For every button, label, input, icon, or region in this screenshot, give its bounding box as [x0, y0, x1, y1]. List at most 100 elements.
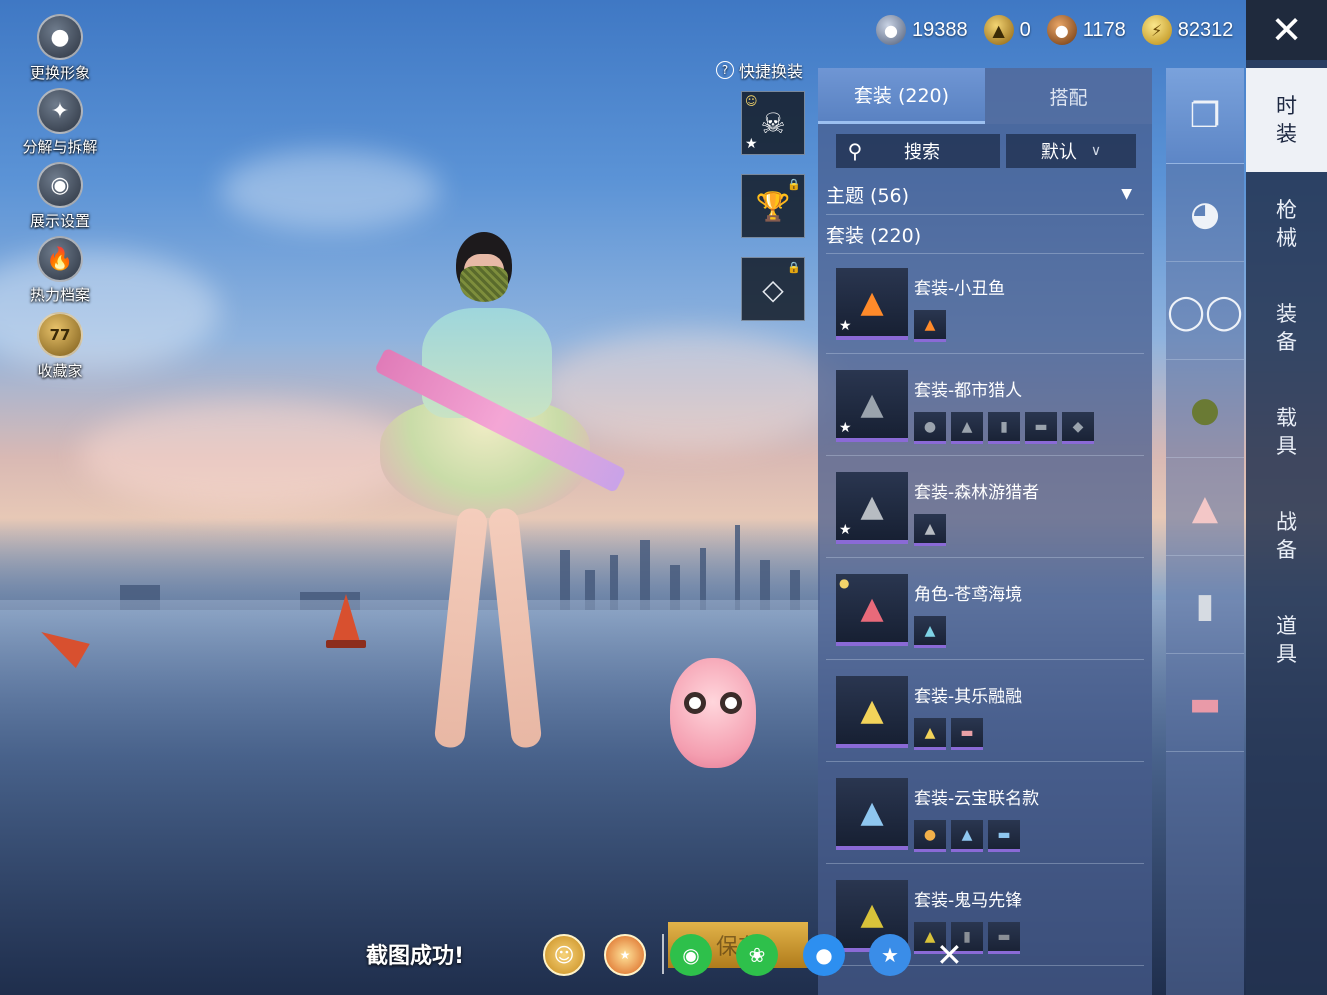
shoes-chip[interactable]: ▬: [951, 718, 983, 750]
heat-profile-button[interactable]: 🔥 热力档案: [14, 236, 106, 306]
outfit-part-chip[interactable]: ▲: [914, 310, 946, 342]
bp-coin-icon: ⚡: [1141, 15, 1172, 45]
tab-vehicles[interactable]: 载具: [1246, 380, 1327, 484]
shoes-icon: ▬: [1188, 683, 1222, 724]
shoes-chip[interactable]: ▬: [988, 820, 1020, 852]
category-shoes[interactable]: ▬: [1166, 656, 1244, 752]
hat-chip[interactable]: ●: [914, 820, 946, 852]
urban-hunter-outfit-icon: ▲: [860, 386, 884, 422]
lock-icon: 🔒: [787, 261, 801, 274]
ghost-vanguard-outfit-icon: ▲: [860, 896, 884, 932]
cap-icon: ◕: [1190, 193, 1220, 234]
close-button[interactable]: ✕: [1246, 0, 1327, 60]
outfit-part-chip[interactable]: ▲: [914, 616, 946, 648]
change-appearance-button[interactable]: ● 更换形象: [14, 14, 106, 84]
glasses-icon: ◯◯: [1166, 291, 1244, 332]
quick-slot-outfit[interactable]: ☠ ★ ☺: [741, 91, 805, 155]
shirt-chip[interactable]: ▲: [951, 820, 983, 852]
jacket-chip[interactable]: ▲: [951, 412, 983, 444]
forest-ranger-outfit-icon: ▲: [860, 488, 884, 524]
side-tabs: 时装 枪械 装备 载具 战备 道具: [1246, 60, 1327, 995]
list-item[interactable]: ▲ 套装-其乐融融 ▲ ▬: [826, 662, 1144, 762]
quick-slot-diamond[interactable]: ◇ 🔒: [741, 257, 805, 321]
list-item[interactable]: ▲ 套装-云宝联名款 ● ▲ ▬: [826, 764, 1144, 864]
chevron-down-icon: ∨: [1090, 143, 1102, 159]
suits-filter[interactable]: 套装 (220): [826, 216, 1144, 252]
helmet-chip[interactable]: ●: [914, 412, 946, 444]
close-icon: ✕: [1270, 8, 1303, 52]
suit-thumbnail: ▲ ●: [836, 574, 908, 646]
suit-thumbnail: ▲ ★: [836, 472, 908, 544]
theme-filter[interactable]: 主题 (56) ▼: [826, 176, 1144, 212]
pants-chip[interactable]: ▮: [988, 412, 1020, 444]
peace-elite-icon[interactable]: ★: [604, 934, 646, 976]
boots-chip[interactable]: ▬: [1025, 412, 1057, 444]
cloud-collab-outfit-icon: ▲: [860, 794, 884, 830]
category-column: ❐ ◕ ◯◯ ● ▲ ▮ ▬: [1166, 68, 1244, 995]
gold-emblem-icon: ▲: [983, 15, 1014, 45]
list-item[interactable]: ▲ ★ 套装-森林游猎者 ▲: [826, 458, 1144, 558]
tab-props[interactable]: 道具: [1246, 588, 1327, 692]
gift-share-icon[interactable]: ☺: [543, 934, 585, 976]
smiley-icon: ☺: [745, 94, 758, 108]
face-mask: [460, 266, 508, 302]
sort-dropdown[interactable]: 默认 ∨: [1006, 134, 1136, 168]
tab-equipment[interactable]: 装备: [1246, 276, 1327, 380]
wardrobe-panel: 套装 (220) 搭配 ⚲ 搜索 默认 ∨ 主题 (56) ▼ 套装 (220)…: [818, 68, 1152, 995]
currency-gold-emblem[interactable]: ▲ 0: [983, 15, 1031, 45]
search-icon: ⚲: [847, 139, 863, 163]
category-mask[interactable]: ●: [1166, 362, 1244, 458]
tab-fashion[interactable]: 时装: [1246, 68, 1327, 172]
family-outfit-icon: ▲: [860, 692, 884, 728]
display-settings-button[interactable]: ◉ 展示设置: [14, 162, 106, 232]
player-character[interactable]: [360, 228, 627, 768]
tab-combos[interactable]: 搭配: [985, 68, 1152, 124]
tab-combat-gear[interactable]: 战备: [1246, 484, 1327, 588]
moments-icon[interactable]: ❀: [736, 934, 778, 976]
star-icon: ★: [745, 136, 758, 152]
category-pants[interactable]: ▮: [1166, 558, 1244, 654]
help-icon: ?: [716, 61, 734, 79]
tab-guns[interactable]: 枪械: [1246, 172, 1327, 276]
triangle-down-icon: ▼: [1121, 186, 1132, 202]
wechat-icon[interactable]: ◉: [670, 934, 712, 976]
suit-thumbnail: ▲ ★: [836, 370, 908, 442]
decompose-button[interactable]: ✦ 分解与拆解: [14, 88, 106, 158]
pants-icon: ▮: [1195, 585, 1215, 626]
list-item[interactable]: ▲ ★ 套装-都市猎人 ● ▲ ▮ ▬ ◆: [826, 356, 1144, 456]
character-outfit-icon: ▲: [860, 590, 884, 626]
list-item[interactable]: ▲ ● 角色-苍鸢海境 ▲: [826, 560, 1144, 660]
category-outfit[interactable]: ❐: [1166, 68, 1244, 164]
currency-bp[interactable]: ⚡ 82312: [1141, 15, 1233, 45]
category-glasses[interactable]: ◯◯: [1166, 264, 1244, 360]
lock-icon: 🔒: [787, 178, 801, 191]
star-icon: ★: [839, 522, 852, 538]
outfit-part-chip[interactable]: ▬: [988, 922, 1020, 954]
star-icon: ★: [839, 318, 852, 334]
currency-bar: ● 19388 ▲ 0 ● 1178 ⚡ 82312: [876, 10, 1249, 50]
collector-button[interactable]: 77 收藏家: [14, 312, 106, 382]
list-item[interactable]: ▲ ★ 套装-小丑鱼 ▲: [826, 254, 1144, 354]
search-button[interactable]: ⚲ 搜索: [836, 134, 1000, 168]
skeleton-outfit-icon: ☠: [760, 106, 786, 140]
close-share-button[interactable]: ✕: [936, 936, 963, 974]
traffic-cone-icon: [332, 594, 360, 642]
quick-swap-button[interactable]: ? 快捷换装: [716, 58, 803, 82]
qzone-icon[interactable]: ★: [869, 934, 911, 976]
pet-companion[interactable]: [670, 648, 756, 776]
quick-slot-trophy[interactable]: 🏆 🔒: [741, 174, 805, 238]
currency-silver[interactable]: ● 19388: [876, 15, 968, 45]
qq-icon[interactable]: ●: [803, 934, 845, 976]
outfit-part-chip[interactable]: ▲: [914, 718, 946, 750]
suit-thumbnail: ▲: [836, 778, 908, 850]
collector-badge-icon: 77: [37, 312, 83, 358]
tab-suits[interactable]: 套装 (220): [818, 68, 985, 124]
category-hat[interactable]: ◕: [1166, 166, 1244, 262]
category-top[interactable]: ▲: [1166, 460, 1244, 556]
currency-bronze[interactable]: ● 1178: [1046, 15, 1126, 45]
outfit-part-chip[interactable]: ▲: [914, 514, 946, 546]
mask-chip[interactable]: ◆: [1062, 412, 1094, 444]
person-icon: ●: [37, 14, 83, 60]
trophy-icon: 🏆: [755, 189, 791, 223]
eye-icon: ◉: [37, 162, 83, 208]
